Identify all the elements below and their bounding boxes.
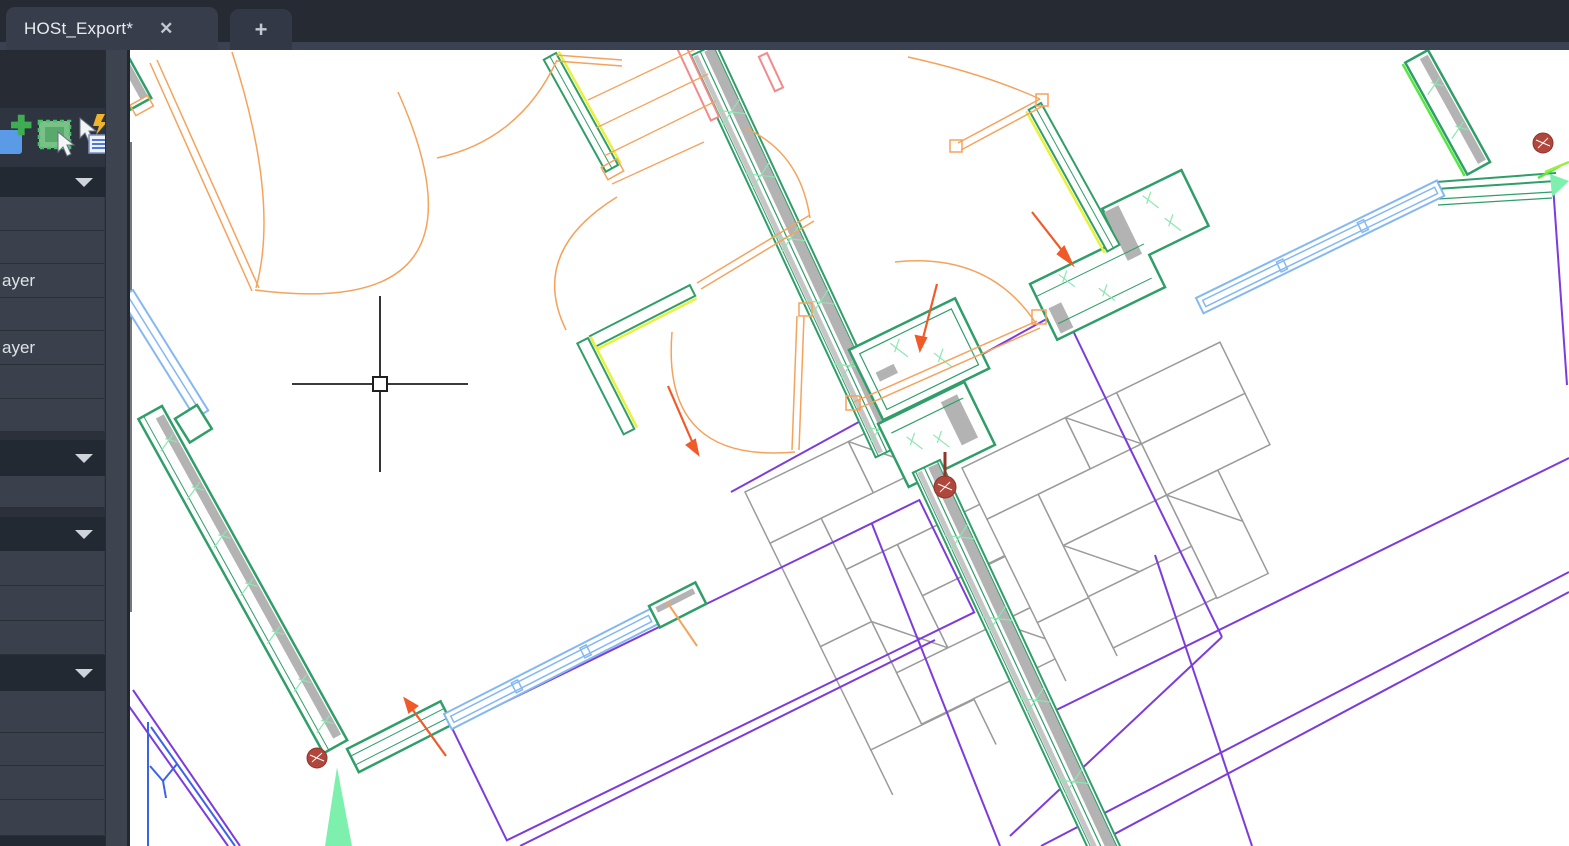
property-value[interactable] bbox=[0, 197, 104, 231]
palette-section-header[interactable] bbox=[0, 655, 105, 691]
plus-icon: + bbox=[254, 16, 268, 42]
chevron-down-icon bbox=[75, 530, 93, 539]
sill-terrace bbox=[647, 580, 708, 630]
property-value[interactable] bbox=[0, 733, 104, 766]
file-tab-bar: HOSt_Export* ✕ + bbox=[0, 0, 1569, 50]
mint-triangle-right bbox=[1550, 174, 1569, 197]
property-value[interactable] bbox=[0, 800, 104, 836]
blue-symbol bbox=[147, 722, 236, 846]
window-right bbox=[1194, 179, 1446, 315]
property-value[interactable] bbox=[0, 476, 104, 508]
wall-far-right-band bbox=[1435, 160, 1569, 206]
wall-interior-L-b bbox=[575, 336, 639, 436]
wall-interior-L-a bbox=[588, 283, 698, 351]
property-value[interactable] bbox=[0, 298, 104, 331]
palette-section-header[interactable] bbox=[0, 517, 105, 551]
wall-corner-sill bbox=[345, 699, 455, 774]
select-objects-icon[interactable] bbox=[37, 119, 76, 157]
property-value[interactable] bbox=[0, 551, 104, 586]
property-value[interactable] bbox=[0, 691, 104, 733]
floor-plan bbox=[130, 50, 1569, 846]
palette-scroll-strip[interactable] bbox=[105, 50, 128, 846]
palette-spacer bbox=[0, 508, 105, 517]
new-tab-button[interactable]: + bbox=[230, 9, 292, 50]
palette-section-header[interactable] bbox=[0, 167, 105, 197]
chevron-down-icon bbox=[75, 669, 93, 678]
close-tab-icon[interactable]: ✕ bbox=[159, 19, 173, 39]
window-upper-left bbox=[130, 288, 210, 420]
file-tab-active[interactable]: HOSt_Export* ✕ bbox=[6, 7, 218, 50]
file-tab-label: HOSt_Export* bbox=[24, 18, 134, 38]
wall-lower-left bbox=[136, 404, 349, 755]
pickadd-toggle-icon[interactable] bbox=[0, 114, 32, 154]
wall-yellow-right bbox=[1025, 101, 1121, 254]
properties-palette: ayer ayer bbox=[0, 50, 130, 846]
property-value[interactable] bbox=[0, 766, 104, 800]
drawing-canvas[interactable] bbox=[130, 50, 1569, 846]
insulation-strip-right bbox=[757, 51, 785, 93]
property-value[interactable] bbox=[0, 621, 104, 655]
property-value[interactable]: ayer bbox=[0, 331, 104, 365]
property-value[interactable]: ayer bbox=[0, 264, 104, 298]
wall-yellow-upper-left bbox=[542, 50, 625, 181]
chevron-down-icon bbox=[75, 454, 93, 463]
property-value[interactable] bbox=[0, 231, 104, 264]
property-value[interactable] bbox=[0, 399, 104, 432]
property-value[interactable] bbox=[0, 586, 104, 621]
autocad-window: { "tab_bar": { "tabs": [ { "label": "HOS… bbox=[0, 0, 1569, 846]
window-lower-left bbox=[442, 607, 660, 731]
mint-triangle-bottom bbox=[325, 767, 352, 846]
crosshair-cursor bbox=[292, 296, 468, 472]
palette-section-header[interactable] bbox=[0, 836, 105, 846]
chevron-down-icon bbox=[75, 178, 93, 187]
wall-far-right bbox=[1401, 50, 1492, 177]
property-value[interactable] bbox=[0, 365, 104, 399]
palette-section-header[interactable] bbox=[0, 440, 105, 476]
palette-spacer bbox=[0, 432, 105, 440]
